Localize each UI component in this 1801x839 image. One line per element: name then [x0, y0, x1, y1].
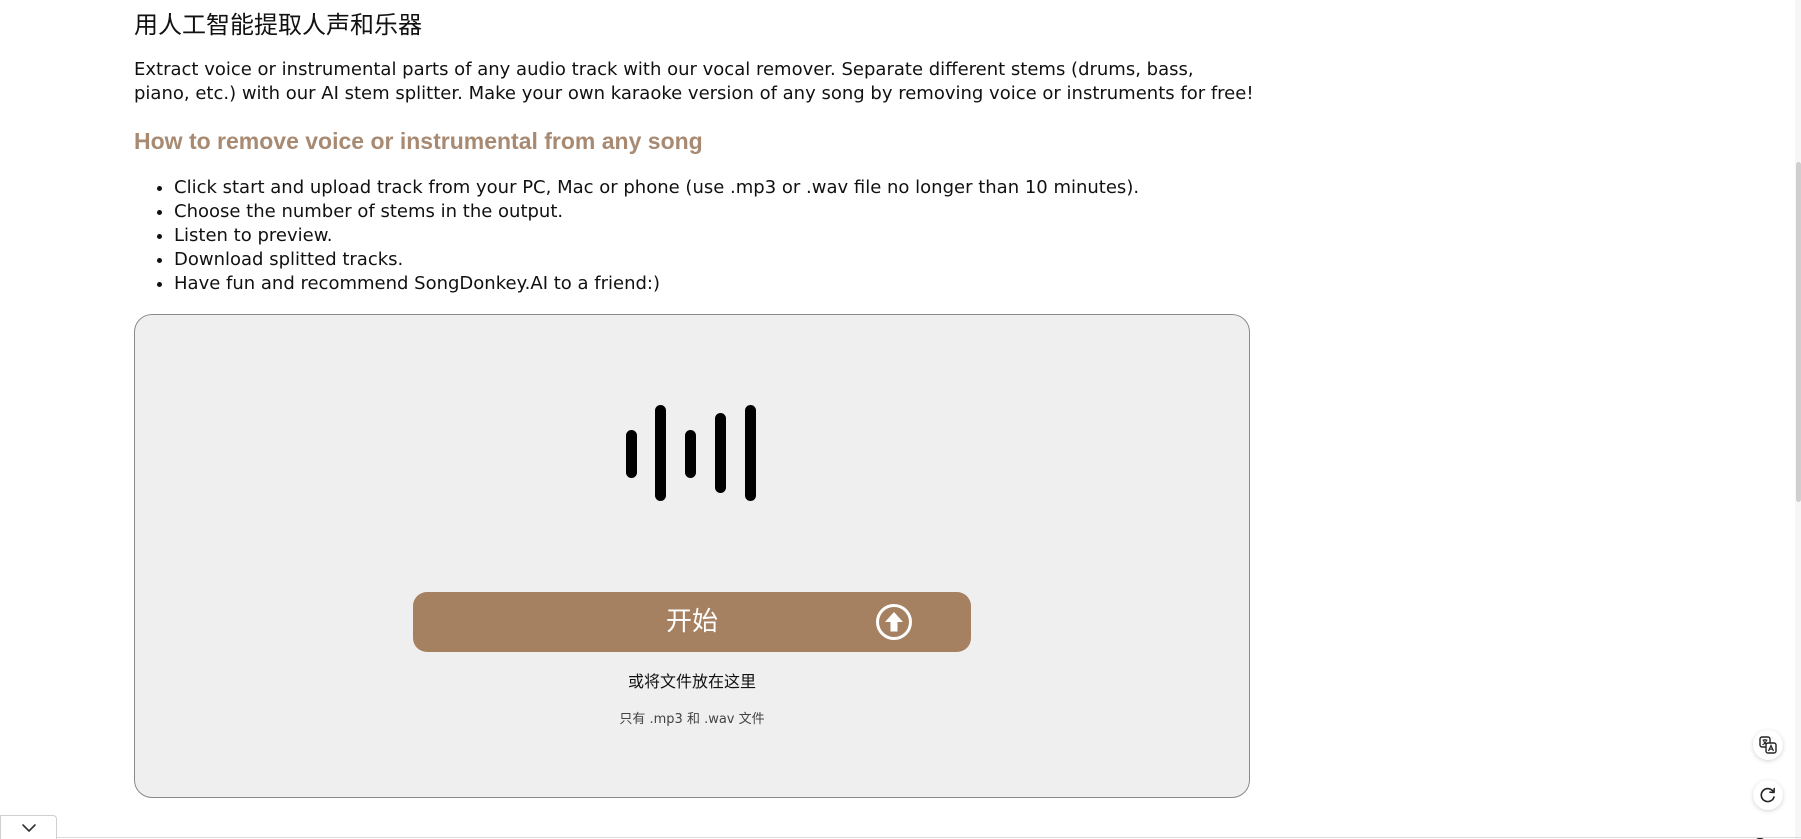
list-item: Listen to preview.	[174, 224, 1139, 248]
how-to-heading: How to remove voice or instrumental from…	[134, 128, 703, 154]
upload-arrow-icon	[876, 604, 912, 640]
page-scrollbar[interactable]	[1795, 0, 1801, 839]
page: 用人工智能提取人声和乐器 Extract voice or instrument…	[0, 0, 1801, 839]
list-item: Have fun and recommend SongDonkey.AI to …	[174, 272, 1139, 296]
steps-list: Click start and upload track from your P…	[134, 176, 1139, 296]
audio-waveform-icon	[626, 405, 766, 515]
bottom-divider	[57, 837, 1801, 838]
list-item: Download splitted tracks.	[174, 248, 1139, 272]
scrollbar-thumb[interactable]	[1796, 162, 1801, 502]
translate-icon	[1759, 736, 1777, 754]
upload-dropzone[interactable]: 开始 或将文件放在这里 只有 .mp3 和 .wav 文件	[134, 314, 1250, 798]
refresh-icon	[1760, 787, 1775, 803]
translate-button[interactable]	[1753, 730, 1783, 760]
start-upload-button[interactable]: 开始	[413, 592, 971, 652]
list-item: Choose the number of stems in the output…	[174, 200, 1139, 224]
file-format-hint: 只有 .mp3 和 .wav 文件	[619, 712, 765, 727]
drop-file-hint: 或将文件放在这里	[627, 672, 756, 691]
chevron-down-icon	[22, 824, 36, 832]
intro-paragraph: Extract voice or instrumental parts of a…	[134, 59, 1254, 104]
collapse-panel-tab[interactable]	[0, 815, 57, 839]
refresh-button[interactable]	[1753, 780, 1783, 810]
page-title: 用人工智能提取人声和乐器	[134, 11, 422, 39]
list-item: Click start and upload track from your P…	[174, 176, 1139, 200]
